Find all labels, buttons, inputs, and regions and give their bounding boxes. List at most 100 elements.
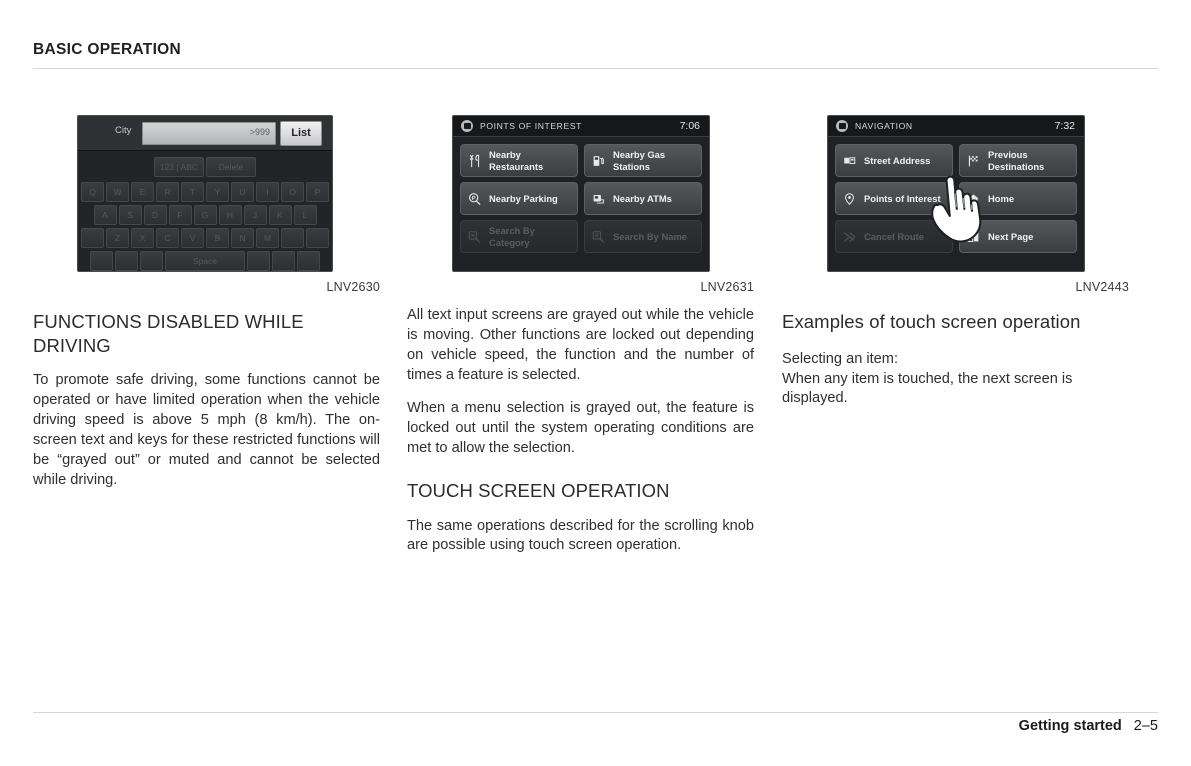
- next-page-icon: [966, 229, 981, 244]
- home-icon: [966, 191, 981, 206]
- body-paragraph: Selecting an item:: [782, 350, 899, 367]
- cancel-route-icon: [842, 229, 857, 244]
- keyboard-key[interactable]: U: [231, 182, 254, 202]
- body-paragraph: All text input screens are grayed out wh…: [407, 307, 754, 383]
- keyboard-key-space[interactable]: Space: [165, 251, 245, 271]
- keyboard-key-blank[interactable]: [140, 251, 163, 271]
- nav-button-home[interactable]: Home: [959, 182, 1077, 215]
- column-3: NAVIGATION 7:32 Street Address Previous …: [782, 110, 1129, 409]
- gas-pump-icon: [591, 153, 606, 168]
- navigation-screen-title: NAVIGATION: [855, 121, 913, 131]
- keyboard-input-bar: City >999 List: [78, 116, 332, 151]
- keyboard-key-delete[interactable]: Delete: [206, 157, 256, 177]
- keyboard-key[interactable]: L: [293, 205, 317, 225]
- keyboard-key[interactable]: Y: [206, 182, 229, 202]
- keyboard-key[interactable]: Q: [81, 182, 104, 202]
- nav-button-points-of-interest[interactable]: Points of Interest: [835, 182, 953, 215]
- section-heading: FUNCTIONS DISABLED WHILE DRIVING: [33, 311, 304, 356]
- keyboard-key[interactable]: I: [256, 182, 279, 202]
- parking-search-icon: P: [467, 191, 482, 206]
- keyboard-key[interactable]: J: [243, 205, 267, 225]
- poi-screen-figure: POINTS OF INTEREST 7:06 Nearby Restauran…: [452, 115, 710, 272]
- keyboard-key-blank[interactable]: .: [81, 228, 104, 248]
- nav-button-previous-destinations[interactable]: Previous Destinations: [959, 144, 1077, 177]
- poi-button-label: Search By Category: [489, 225, 535, 248]
- restaurant-icon: [467, 153, 482, 168]
- keyboard-match-count: >999: [249, 127, 270, 137]
- body-paragraph: When a menu selection is grayed out, the…: [407, 400, 754, 457]
- keyboard-key-blank[interactable]: [297, 251, 320, 271]
- keyboard-key[interactable]: X: [131, 228, 154, 248]
- poi-button-label: Nearby ATMs: [613, 192, 672, 204]
- keyboard-key[interactable]: C: [156, 228, 179, 248]
- keyboard-key[interactable]: P: [306, 182, 329, 202]
- figure-caption: LNV2630: [326, 280, 380, 294]
- nav-button-street-address[interactable]: Street Address: [835, 144, 953, 177]
- keyboard-key[interactable]: R: [156, 182, 179, 202]
- atm-icon: [591, 191, 606, 206]
- nav-button-label: Previous Destinations: [988, 149, 1045, 172]
- keyboard-key[interactable]: S: [118, 205, 142, 225]
- keyboard-key[interactable]: V: [181, 228, 204, 248]
- footer-page-number: 2–5: [1133, 718, 1158, 734]
- keyboard-key[interactable]: F: [168, 205, 192, 225]
- poi-button-search-by-name: Search By Name: [584, 220, 702, 253]
- poi-button-nearby-gas-stations[interactable]: Nearby Gas Stations: [584, 144, 702, 177]
- poi-button-nearby-restaurants[interactable]: Nearby Restaurants: [460, 144, 578, 177]
- column-1: City >999 List 123 | ABC Delete Q W E R …: [33, 110, 380, 490]
- column-2: POINTS OF INTEREST 7:06 Nearby Restauran…: [407, 110, 754, 556]
- keyboard-key[interactable]: M: [256, 228, 279, 248]
- figure-caption: LNV2443: [1075, 280, 1129, 294]
- section-heading: Examples of touch screen operation: [782, 311, 1081, 332]
- keyboard-row-4: Space: [78, 251, 332, 271]
- keyboard-key[interactable]: G: [193, 205, 217, 225]
- keyboard-key[interactable]: Z: [106, 228, 129, 248]
- body-paragraph: To promote safe driving, some functions …: [33, 372, 380, 488]
- nav-button-label: Street Address: [864, 154, 931, 166]
- street-sign-icon: [842, 153, 857, 168]
- keyboard-key[interactable]: K: [268, 205, 292, 225]
- keyboard-screen-figure: City >999 List 123 | ABC Delete Q W E R …: [77, 115, 333, 272]
- nav-button-label: Points of Interest: [864, 192, 941, 204]
- keyboard-text-input[interactable]: >999: [142, 122, 276, 145]
- poi-button-search-by-category: Search By Category: [460, 220, 578, 253]
- keyboard-key[interactable]: T: [181, 182, 204, 202]
- keyboard-key[interactable]: H: [218, 205, 242, 225]
- keyboard-key[interactable]: B: [206, 228, 229, 248]
- nav-button-next-page[interactable]: Next Page: [959, 220, 1077, 253]
- keyboard-key[interactable]: W: [106, 182, 129, 202]
- footer-section-label: Getting started: [1018, 718, 1122, 734]
- keyboard-row-2: A S D F G H J K L: [78, 205, 332, 225]
- keyboard-key-blank[interactable]: [272, 251, 295, 271]
- keyboard-list-button[interactable]: List: [280, 121, 322, 146]
- keyboard-key-blank[interactable]: .: [306, 228, 329, 248]
- keyboard-key[interactable]: A: [93, 205, 117, 225]
- keyboard-key-blank[interactable]: [90, 251, 113, 271]
- flag-icon: [966, 153, 981, 168]
- page-title: BASIC OPERATION: [33, 41, 182, 58]
- keyboard-key-blank[interactable]: .: [281, 228, 304, 248]
- section-heading: TOUCH SCREEN OPERATION: [407, 479, 670, 501]
- nav-button-label: Home: [988, 192, 1015, 204]
- keyboard-key-blank[interactable]: [115, 251, 138, 271]
- poi-button-nearby-atms[interactable]: Nearby ATMs: [584, 182, 702, 215]
- keyboard-row-1: Q W E R T Y U I O P: [78, 182, 332, 202]
- keyboard-key[interactable]: N: [231, 228, 254, 248]
- nav-button-label: Next Page: [988, 230, 1034, 242]
- header-divider: [33, 68, 1158, 69]
- poi-screen-header: POINTS OF INTEREST 7:06: [453, 116, 709, 137]
- navigation-screen-header: NAVIGATION 7:32: [828, 116, 1084, 137]
- poi-header-icon: [461, 120, 473, 132]
- keyboard-key[interactable]: E: [131, 182, 154, 202]
- navigation-header-icon: [836, 120, 848, 132]
- keyboard-key[interactable]: O: [281, 182, 304, 202]
- keyboard-function-row: 123 | ABC Delete: [78, 155, 332, 177]
- name-search-icon: [591, 229, 606, 244]
- keyboard-key[interactable]: D: [143, 205, 167, 225]
- navigation-screen-figure: NAVIGATION 7:32 Street Address Previous …: [827, 115, 1085, 272]
- figure-caption: LNV2631: [700, 280, 754, 294]
- keyboard-key-mode[interactable]: 123 | ABC: [154, 157, 204, 177]
- poi-button-nearby-parking[interactable]: P Nearby Parking: [460, 182, 578, 215]
- poi-button-grid: Nearby Restaurants Nearby Gas Stations P…: [453, 137, 709, 271]
- keyboard-key-blank[interactable]: [247, 251, 270, 271]
